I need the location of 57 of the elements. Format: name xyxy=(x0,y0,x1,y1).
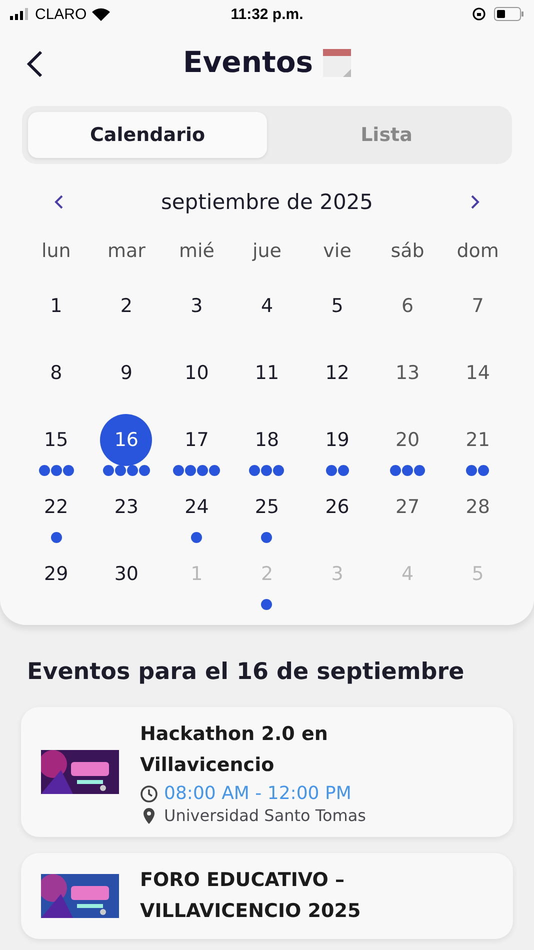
weekday-label: mar xyxy=(106,239,146,264)
view-tab[interactable]: Calendario xyxy=(28,112,267,158)
event-card[interactable]: Hackathon 2.0 en Villavicencio 08:00 AM - 12:00 PM Universidad Santo Tomas xyxy=(21,707,513,837)
weekday-label: mié xyxy=(178,239,216,264)
calendar-day[interactable]: 3 xyxy=(170,280,223,332)
calendar-day[interactable]: 24 xyxy=(170,481,223,533)
calendar-day[interactable]: 30 xyxy=(100,548,152,600)
calendar-day[interactable]: 9 xyxy=(100,347,152,399)
calendar-day[interactable]: 14 xyxy=(452,347,504,399)
calendar-icon xyxy=(323,47,352,77)
weekday-label: dom xyxy=(456,239,500,264)
weekday-label: lun xyxy=(40,239,72,264)
rotation-lock-icon xyxy=(472,7,486,21)
calendar-day[interactable]: 22 xyxy=(30,481,82,533)
calendar-day[interactable]: 29 xyxy=(30,548,82,600)
calendar-day[interactable]: 28 xyxy=(452,481,504,533)
calendar-day[interactable]: 19 xyxy=(311,414,364,466)
calendar-day[interactable]: 20 xyxy=(382,414,434,466)
weekday-label: sáb xyxy=(390,239,426,264)
calendar-day[interactable]: 15 xyxy=(30,414,82,466)
calendar-day[interactable]: 25 xyxy=(240,481,293,533)
chevron-right-icon xyxy=(470,194,480,210)
chevron-left-icon xyxy=(54,194,64,210)
calendar-day[interactable]: 18 xyxy=(240,414,293,466)
clock-icon xyxy=(140,784,158,802)
section-title: Eventos para el 16 de septiembre xyxy=(27,659,466,685)
weekday-label: vie xyxy=(322,239,352,264)
calendar-day[interactable]: 10 xyxy=(170,347,223,399)
event-place: Universidad Santo Tomas xyxy=(164,806,366,825)
weekday-label: jue xyxy=(251,239,282,264)
calendar-day[interactable]: 1 xyxy=(30,280,82,332)
event-card[interactable]: FORO EDUCATIVO – VILLAVICENCIO 2025 xyxy=(21,853,513,939)
calendar-day[interactable]: 6 xyxy=(382,280,434,332)
calendar-day[interactable]: 16 xyxy=(100,414,152,466)
status-time: 11:32 p.m. xyxy=(230,6,304,22)
signal-icon xyxy=(10,8,30,20)
calendar-day[interactable]: 27 xyxy=(382,481,434,533)
calendar-day[interactable]: 2 xyxy=(100,280,152,332)
calendar-day[interactable]: 17 xyxy=(170,414,223,466)
calendar-day[interactable]: 11 xyxy=(240,347,293,399)
calendar-day[interactable]: 23 xyxy=(100,481,152,533)
month-title: septiembre de 2025 xyxy=(160,190,374,214)
battery-icon xyxy=(494,7,524,21)
calendar-day[interactable]: 21 xyxy=(452,414,504,466)
event-title: Hackathon 2.0 en Villavicencio xyxy=(140,722,329,778)
wifi-icon xyxy=(92,8,110,20)
page-title: Eventos xyxy=(182,45,314,79)
calendar-day[interactable]: 12 xyxy=(311,347,364,399)
calendar-day[interactable]: 26 xyxy=(311,481,364,533)
calendar-day[interactable]: 8 xyxy=(30,347,82,399)
event-time: 08:00 AM - 12:00 PM xyxy=(164,783,352,804)
calendar-day[interactable]: 7 xyxy=(452,280,504,332)
event-title: FORO EDUCATIVO – VILLAVICENCIO 2025 xyxy=(140,868,362,924)
carrier-name: CLARO xyxy=(35,6,87,22)
calendar-day[interactable]: 4 xyxy=(240,280,293,332)
calendar-day[interactable]: 13 xyxy=(382,347,434,399)
calendar-day[interactable]: 5 xyxy=(311,280,364,332)
